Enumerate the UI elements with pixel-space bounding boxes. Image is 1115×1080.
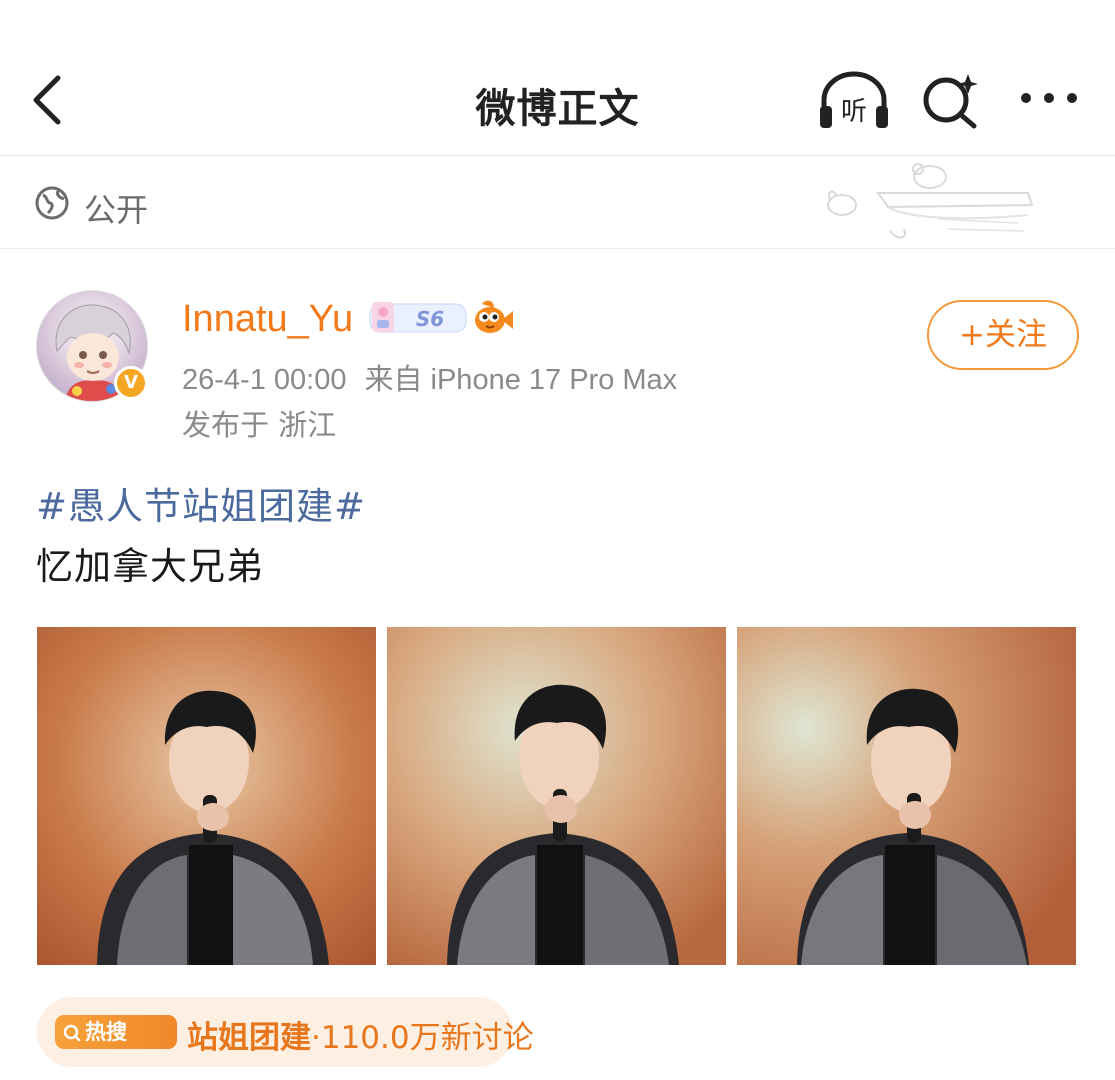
hot-search-tag: 热搜 <box>55 1015 177 1049</box>
post-body-text: 忆加拿大兄弟 <box>36 545 264 588</box>
photo-grid <box>37 627 1077 965</box>
verified-badge-icon: V <box>114 366 148 400</box>
follow-button[interactable]: +关注 <box>927 300 1079 370</box>
post-timestamp: 26-4-1 00:00 <box>182 364 347 396</box>
search-icon[interactable] <box>920 70 982 130</box>
hashtag-link[interactable]: #愚人节站姐团建# <box>36 476 366 530</box>
listen-icon[interactable]: 听 <box>816 70 892 130</box>
top-nav-bar: 微博正文 听 <box>0 0 1115 156</box>
member-level-badge-icon[interactable]: S6 <box>368 300 468 336</box>
hot-search-pill[interactable]: 热搜 站姐团建·110.0万新讨论 <box>37 997 534 1067</box>
more-options-icon[interactable] <box>1018 88 1080 108</box>
post-location: 发布于 浙江 <box>182 408 337 442</box>
search-icon <box>63 1015 81 1049</box>
fish-fan-badge-icon[interactable] <box>472 298 514 338</box>
hot-search-topic: 站姐团建 <box>187 1020 311 1056</box>
post-photo-1[interactable] <box>37 627 376 965</box>
hot-search-tag-label: 热搜 <box>85 1020 127 1044</box>
globe-icon <box>34 185 70 221</box>
post-photo-2[interactable] <box>387 627 726 965</box>
member-level-text: S6 <box>416 307 444 331</box>
post-source: 来自 iPhone 17 Pro Max <box>364 364 678 396</box>
post-photo-3[interactable] <box>737 627 1076 965</box>
hot-search-stats: ·110.0万新讨论 <box>311 1020 534 1056</box>
post-meta: 26-4-1 00:00 来自 iPhone 17 Pro Max <box>182 356 677 398</box>
author-name[interactable]: Innatu_Yu <box>182 298 353 341</box>
visibility-row: 公开 <box>0 157 1115 249</box>
decorative-sketch-image <box>818 159 1040 249</box>
listen-label: 听 <box>841 97 867 127</box>
hot-search-text: 站姐团建·110.0万新讨论 <box>187 1012 534 1057</box>
visibility-label: 公开 <box>84 191 149 229</box>
